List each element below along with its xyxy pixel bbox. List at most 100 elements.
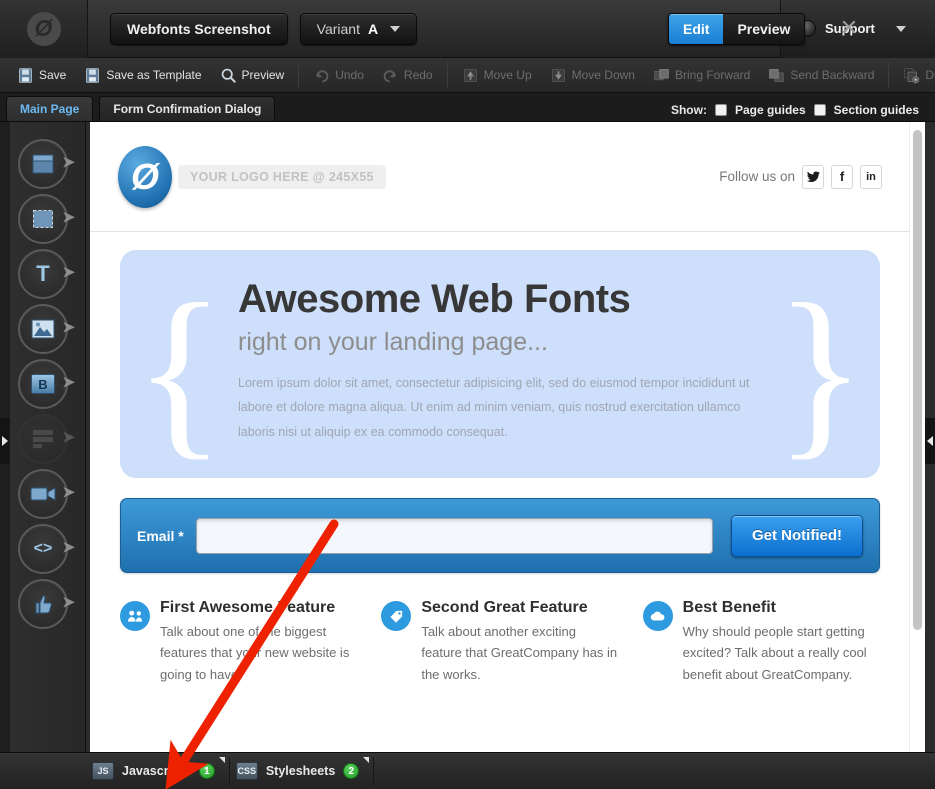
collapse-right-arrow-icon[interactable] — [925, 418, 935, 464]
text-tool-button[interactable]: T ➤ — [18, 249, 75, 299]
redo-button[interactable]: Redo — [373, 58, 442, 93]
close-icon[interactable]: ✕ — [836, 15, 862, 41]
canvas-scrollbar[interactable] — [909, 122, 924, 752]
unbounce-page-logo-icon: Ø — [118, 145, 172, 208]
form-tool-button[interactable]: ➤ — [18, 414, 75, 464]
feature-item[interactable]: Second Great Feature Talk about another … — [381, 599, 618, 685]
brace-left-decoration: { — [134, 266, 226, 476]
app-logo-cell[interactable]: Ø — [0, 0, 88, 58]
linkedin-icon[interactable]: in — [860, 164, 882, 189]
hero-body-text[interactable]: Lorem ipsum dolor sit amet, consectetur … — [238, 371, 768, 444]
section-guides-checkbox[interactable] — [813, 104, 826, 116]
javascripts-count-badge: 1 — [198, 763, 215, 779]
facebook-icon[interactable]: f — [831, 164, 853, 189]
image-tool-button[interactable]: ➤ — [18, 304, 75, 354]
stylesheets-button[interactable]: CSS Stylesheets 2 — [230, 757, 375, 785]
javascripts-label: Javascripts — [122, 764, 191, 778]
bring-forward-button[interactable]: Bring Forward — [644, 58, 759, 93]
feature-text: Best Benefit Why should people start get… — [683, 599, 880, 685]
save-as-template-label: Save as Template — [106, 68, 202, 82]
video-tool-button[interactable]: ➤ — [18, 469, 75, 519]
signup-form[interactable]: Email * Get Notified! — [120, 498, 880, 573]
stylesheets-label: Stylesheets — [265, 764, 336, 778]
save-label: Save — [39, 68, 67, 82]
email-input[interactable] — [195, 517, 713, 554]
page-title: Webfonts Screenshot — [127, 20, 271, 37]
section-tool-button[interactable]: ➤ — [18, 139, 75, 189]
send-backward-label: Send Backward — [790, 68, 875, 82]
follow-us-label: Follow us on — [719, 169, 795, 184]
action-toolbar: Save Save as Template Preview Undo Redo … — [0, 58, 935, 93]
undo-icon — [316, 69, 329, 82]
duplicate-button[interactable]: Duplicate — [894, 58, 935, 93]
toolbar-divider — [446, 62, 448, 88]
move-up-icon — [463, 68, 477, 82]
save-button[interactable]: Save — [8, 58, 75, 93]
preview-label: Preview — [241, 68, 285, 82]
send-backward-button[interactable]: Send Backward — [759, 58, 883, 93]
box-tool-button[interactable]: ➤ — [18, 194, 75, 244]
hero-headline[interactable]: Awesome Web Fonts — [238, 278, 770, 320]
preview-button[interactable]: Preview — [211, 58, 294, 93]
hero-section[interactable]: { } Awesome Web Fonts right on your land… — [120, 250, 880, 478]
toolbar-divider — [298, 62, 300, 88]
feature-body: Why should people start getting excited?… — [682, 624, 867, 682]
undo-button[interactable]: Undo — [304, 58, 373, 93]
feature-text: First Awesome Feature Talk about one of … — [160, 599, 357, 685]
tab-form-confirmation-dialog[interactable]: Form Confirmation Dialog — [99, 96, 276, 121]
chevron-flyout-icon: ➤ — [62, 374, 75, 391]
toolbar-divider — [888, 62, 890, 88]
chevron-down-icon — [390, 25, 401, 32]
send-backward-icon — [769, 68, 785, 82]
top-bar: Ø Webfonts Screenshot Variant A Edit Pre… — [0, 0, 935, 58]
twitter-icon[interactable] — [802, 164, 824, 189]
save-template-icon — [86, 67, 100, 83]
feature-item[interactable]: Best Benefit Why should people start get… — [642, 599, 880, 685]
magnifier-icon — [221, 68, 236, 83]
feature-title: First Awesome Feature — [160, 599, 336, 616]
move-up-button[interactable]: Move Up — [453, 58, 541, 93]
preview-mode-button[interactable]: Preview — [723, 13, 805, 44]
duplicate-label: Duplicate — [925, 68, 935, 82]
chevron-flyout-icon: ➤ — [62, 429, 75, 446]
button-tool-button[interactable]: B ➤ — [18, 359, 75, 409]
cloud-icon — [642, 601, 673, 631]
chevron-down-icon — [895, 25, 906, 32]
canvas-area: Ø YOUR LOGO HERE @ 245X55 Follow us on f… — [86, 122, 925, 752]
page-guides-checkbox[interactable] — [714, 104, 727, 116]
top-bar-center: Webfonts Screenshot Variant A Edit Previ… — [88, 0, 858, 58]
move-down-button[interactable]: Move Down — [541, 58, 644, 93]
variant-selector[interactable]: Variant A — [299, 12, 418, 45]
feature-item[interactable]: First Awesome Feature Talk about one of … — [120, 599, 357, 685]
page-title-button[interactable]: Webfonts Screenshot — [110, 12, 288, 45]
video-camera-icon — [30, 487, 56, 501]
section-guides-label[interactable]: Section guides — [834, 103, 919, 117]
unbounce-logo-icon: Ø — [26, 11, 61, 46]
code-tool-button[interactable]: <> ➤ — [18, 524, 75, 574]
form-icon — [33, 430, 53, 448]
collapse-left-arrow-icon[interactable] — [0, 418, 10, 464]
social-tool-button[interactable]: ➤ — [18, 579, 75, 629]
save-icon — [19, 67, 32, 83]
get-notified-button[interactable]: Get Notified! — [731, 514, 863, 557]
feature-text: Second Great Feature Talk about another … — [421, 599, 618, 685]
feature-body: Talk about one of the biggest features t… — [160, 624, 350, 682]
hero-subheadline[interactable]: right on your landing page... — [238, 328, 770, 357]
tab-main-page[interactable]: Main Page — [6, 96, 94, 121]
javascripts-button[interactable]: JS Javascripts 1 — [86, 757, 230, 785]
chevron-flyout-icon: ➤ — [62, 264, 75, 281]
logo-placeholder[interactable]: YOUR LOGO HERE @ 245X55 — [178, 164, 386, 189]
bottom-resource-bar: JS Javascripts 1 CSS Stylesheets 2 — [0, 752, 935, 789]
redo-icon — [383, 69, 396, 82]
save-as-template-button[interactable]: Save as Template — [75, 58, 210, 93]
variant-letter: A — [367, 20, 379, 37]
canvas-scrollbar-thumb[interactable] — [913, 130, 922, 630]
page-guides-label[interactable]: Page guides — [735, 103, 806, 117]
bring-forward-icon — [654, 68, 669, 80]
redo-label: Redo — [403, 68, 433, 82]
image-icon — [31, 319, 55, 339]
guides-toggle-group: Show: Page guides Section guides — [671, 103, 935, 121]
bring-forward-label: Bring Forward — [674, 68, 751, 82]
show-label: Show: — [670, 103, 707, 117]
edit-mode-button[interactable]: Edit — [669, 13, 724, 44]
